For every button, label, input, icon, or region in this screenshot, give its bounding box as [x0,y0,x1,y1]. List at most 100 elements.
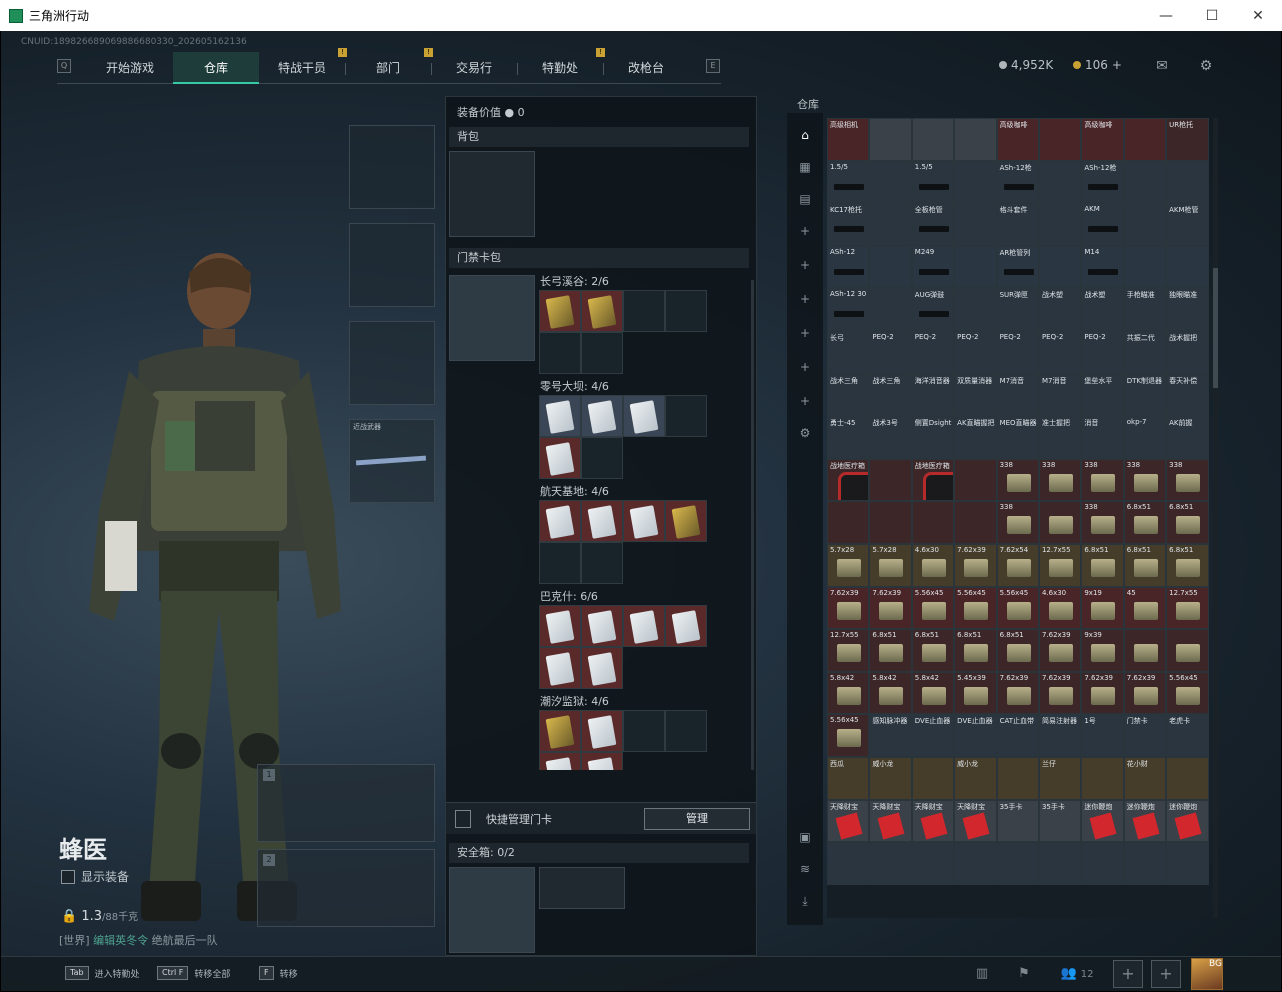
pistol-slot[interactable] [349,321,435,405]
warehouse-item[interactable]: 6.8x51 [996,629,1039,672]
warehouse-item[interactable]: PEQ-2 [954,330,997,374]
warehouse-item[interactable] [1081,756,1124,800]
add-warehouse-icon[interactable]: + [795,391,815,411]
warehouse-home-icon[interactable]: ⌂ [795,125,815,145]
warehouse-item[interactable]: CAT止血带 [996,714,1039,757]
warehouse-item[interactable]: 4.6x30 [911,543,955,587]
warehouse-item[interactable] [869,842,912,885]
warehouse-item[interactable] [954,501,997,544]
warehouse-item[interactable] [911,501,955,544]
hint-transfer-all[interactable]: Ctrl F 转移全部 [157,966,230,980]
warehouse-item[interactable]: 战术三角 [827,373,870,417]
warehouse-item[interactable]: 战术塑 [1038,288,1082,331]
warehouse-item[interactable]: 12.7x55 [827,629,870,672]
hint-transfer[interactable]: F 转移 [259,966,298,980]
warehouse-item[interactable] [1038,501,1082,544]
warehouse-item[interactable]: 天降财宝 [911,799,955,843]
warehouse-item[interactable]: 35手卡 [1038,799,1082,843]
warehouse-item[interactable]: 7.62x39 [954,543,997,587]
chat-line[interactable]: [世界] 编辑英冬令 绝航最后一队 [59,932,218,948]
warehouse-item[interactable]: PEQ-2 [869,330,912,374]
warehouse-item[interactable]: 战术握把 [1166,330,1209,374]
warehouse-item[interactable]: DVE止血器 [911,714,955,757]
warehouse-item[interactable] [954,160,997,204]
safe-box-slot[interactable] [449,867,535,953]
warehouse-item[interactable]: 1.5/5 [827,160,870,204]
warehouse-item[interactable]: 7.62x39 [1038,671,1082,715]
warehouse-item[interactable]: 高级咖啡 [996,118,1039,161]
melee-slot[interactable]: 近战武器 [349,419,435,503]
safe-box-grid[interactable] [539,867,625,909]
layers-icon[interactable]: ≋ [795,859,815,879]
warehouse-item[interactable]: 独眼瞄准 [1166,288,1209,331]
warehouse-item[interactable]: 天降财宝 [869,799,912,843]
warehouse-item[interactable] [869,501,912,544]
warehouse-item[interactable]: 侧置Dsight [911,416,955,459]
warehouse-scrollbar[interactable] [1213,118,1218,918]
warehouse-item[interactable]: 堡垒水平 [1081,373,1124,417]
gear-icon[interactable]: ⚙ [1197,58,1215,74]
warehouse-item[interactable]: KC17枪托 [827,203,870,246]
warehouse-item[interactable]: 西瓜 [827,756,870,800]
avatar[interactable]: BG [1191,958,1223,990]
warehouse-item[interactable]: 战术3号 [869,416,912,459]
warehouse-item[interactable] [1038,842,1082,885]
warehouse-item[interactable]: 天降财宝 [954,799,997,843]
warehouse-item[interactable] [1166,160,1209,204]
warehouse-item[interactable]: 5.56x45 [827,714,870,757]
add-warehouse-icon[interactable]: + [795,221,815,241]
warehouse-item[interactable]: 9x19 [1081,586,1124,630]
warehouse-item[interactable]: 勇士-45 [827,416,870,459]
warehouse-tab-icon[interactable]: ▦ [795,157,815,177]
warehouse-item[interactable] [1166,842,1209,885]
warehouse-item[interactable]: ASh-12 [827,245,870,289]
warehouse-item[interactable]: 5.45x39 [954,671,997,715]
flag-icon[interactable]: ⚑ [1013,963,1035,985]
warehouse-item[interactable] [827,501,870,544]
tab-special-ops[interactable]: 特勤处! [517,48,605,84]
warehouse-item[interactable] [911,756,955,800]
warehouse-item[interactable]: 战地医疗箱 [911,458,955,502]
warehouse-item[interactable] [1038,160,1082,204]
warehouse-item[interactable]: 门禁卡 [1123,714,1167,757]
warehouse-item[interactable] [1123,629,1167,672]
show-equipment-toggle[interactable]: 显示装备 [61,868,129,885]
warehouse-item[interactable]: 35手卡 [996,799,1039,843]
helmet-slot[interactable] [349,125,435,209]
warehouse-item[interactable]: 春天补偿 [1166,373,1209,417]
warehouse-item[interactable]: 高级相机 [827,118,870,161]
warehouse-item[interactable] [1038,245,1082,289]
warehouse-item[interactable]: M249 [911,245,955,289]
warehouse-item[interactable] [1081,842,1124,885]
warehouse-item[interactable]: 6.8x51 [911,629,955,672]
warehouse-item[interactable]: ASh-12 30 [827,288,870,331]
warehouse-item[interactable]: 迷你鞭炮 [1081,799,1124,843]
warehouse-item[interactable]: 6.8x51 [954,629,997,672]
warehouse-item[interactable]: 5.56x45 [911,586,955,630]
warehouse-item[interactable] [1123,245,1167,289]
warehouse-item[interactable] [954,245,997,289]
warehouse-item[interactable] [869,288,912,331]
warehouse-item[interactable]: 7.62x39 [1038,629,1082,672]
primary-weapon-slot-1[interactable]: 1 [257,764,435,842]
token-balance[interactable]: 106 + [1073,58,1122,72]
warehouse-item[interactable]: 消音 [1081,416,1124,459]
warehouse-item[interactable] [869,118,912,161]
tab-operators[interactable]: 特战干员! [259,48,347,84]
warehouse-item[interactable] [869,203,912,246]
maximize-button[interactable]: ☐ [1189,0,1235,31]
warehouse-item[interactable]: 5.56x45 [1166,671,1209,715]
warehouse-item[interactable]: SUR弹匣 [996,288,1039,331]
warehouse-item[interactable]: DTK制退器 [1123,373,1167,417]
warehouse-item[interactable] [869,160,912,204]
warehouse-item[interactable]: 高级咖啡 [1081,118,1124,161]
warehouse-item[interactable]: 威小龙 [954,756,997,800]
tab-start-game[interactable]: 开始游戏 [87,52,173,84]
warehouse-item[interactable] [1123,118,1167,161]
warehouse-item[interactable] [1038,203,1082,246]
warehouse-item[interactable] [1166,245,1209,289]
keycard-grid[interactable] [539,605,707,689]
tab-market[interactable]: 交易行 [431,52,517,84]
warehouse-item[interactable]: 5.8x42 [827,671,870,715]
sort-icon[interactable]: ▣ [795,827,815,847]
